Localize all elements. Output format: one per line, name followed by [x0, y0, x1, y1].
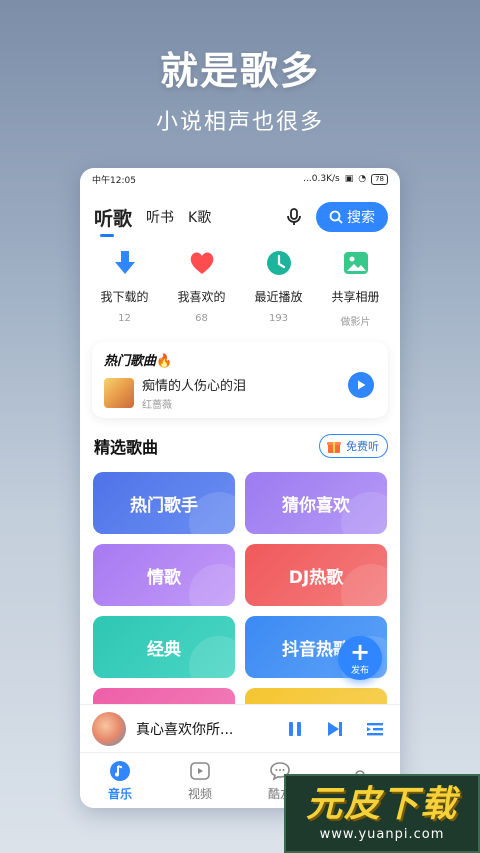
wifi-icon: ◔	[358, 174, 367, 184]
category-card-hot-singers[interactable]: 热门歌手	[93, 472, 235, 534]
network-speed: ...0.3K/s	[303, 174, 340, 184]
section-title: 精选歌曲	[94, 438, 159, 457]
clock-icon	[262, 246, 296, 280]
promo-title: 就是歌多	[159, 49, 320, 93]
quick-count: 68	[195, 313, 208, 324]
top-navigation: 听歌 听书 K歌 搜索	[80, 190, 400, 237]
hot-song-row[interactable]: 痴情的人伤心的泪 红蔷薇	[104, 375, 376, 411]
download-icon	[108, 246, 142, 280]
quick-item-favorites[interactable]: 我喜欢的 68	[166, 246, 238, 328]
tabbar-item-music[interactable]: 音乐	[90, 760, 150, 802]
tab-karaoke[interactable]: K歌	[188, 207, 211, 227]
gift-icon	[327, 442, 341, 453]
battery-icon: 78	[371, 173, 388, 185]
watermark-url: www.yuanpi.com	[319, 827, 445, 842]
quick-item-downloads[interactable]: 我下载的 12	[89, 246, 161, 328]
search-button[interactable]: 搜索	[316, 202, 388, 232]
tabbar-item-video[interactable]: 视频	[170, 760, 230, 802]
category-card-love-songs[interactable]: 情歌	[93, 544, 235, 606]
player-cover	[92, 711, 126, 746]
playlist-icon	[367, 722, 383, 735]
recognize-music-icon[interactable]	[282, 205, 306, 229]
search-icon	[329, 210, 343, 224]
plus-icon: +	[349, 637, 371, 666]
mini-player[interactable]: 真心喜欢你所...	[80, 704, 400, 752]
status-bar: 中午12:05 ...0.3K/s ▣ ◔ 78	[80, 168, 400, 190]
quick-count: 12	[118, 313, 131, 324]
publish-label: 发布	[350, 665, 369, 676]
song-artist: 红蔷薇	[142, 400, 172, 411]
quick-item-shared-album[interactable]: 共享相册 做影片	[320, 246, 392, 328]
promo-subtitle: 小说相声也很多	[155, 110, 324, 135]
video-icon	[189, 760, 211, 782]
quick-label: 共享相册	[331, 290, 380, 304]
watermark-logo: 元皮下载 www.yuanpi.com	[284, 774, 480, 853]
status-time: 中午12:05	[92, 175, 136, 186]
next-button[interactable]	[322, 716, 348, 742]
music-icon	[109, 760, 131, 782]
hot-songs-title: 热门歌曲🔥	[104, 350, 376, 369]
play-icon	[358, 380, 366, 390]
category-card-guess-you-like[interactable]: 猜你喜欢	[245, 472, 387, 534]
phone-screen: 中午12:05 ...0.3K/s ▣ ◔ 78 听歌 听书 K歌 搜索 我下载…	[80, 168, 400, 808]
sim-icon: ▣	[344, 174, 354, 184]
photo-icon	[339, 246, 373, 280]
quick-label: 我喜欢的	[177, 290, 226, 304]
hot-songs-title-text: 热门歌曲	[104, 354, 157, 369]
quick-label: 我下载的	[100, 290, 149, 304]
heart-icon	[185, 246, 219, 280]
quick-item-recent[interactable]: 最近播放 193	[243, 246, 315, 328]
next-icon	[328, 721, 342, 736]
quick-count: 做影片	[340, 317, 371, 328]
tab-listen-books[interactable]: 听书	[146, 207, 174, 227]
featured-header: 精选歌曲 免费听	[80, 418, 400, 458]
pause-icon	[289, 721, 301, 736]
quick-count: 193	[268, 313, 289, 324]
tab-listen-songs[interactable]: 听歌	[94, 204, 132, 237]
song-cover	[104, 378, 134, 408]
quick-access: 我下载的 12 我喜欢的 68 最近播放 193 共享相册 做影片	[80, 236, 400, 328]
search-label: 搜索	[347, 210, 375, 226]
song-info: 痴情的人伤心的泪 红蔷薇	[142, 375, 246, 411]
hot-songs-card[interactable]: 热门歌曲🔥 痴情的人伤心的泪 红蔷薇	[92, 342, 388, 418]
playlist-button[interactable]	[362, 716, 388, 742]
quick-label: 最近播放	[254, 290, 303, 304]
play-button[interactable]	[348, 372, 374, 398]
category-card-classics[interactable]: 经典	[93, 616, 235, 678]
watermark-brand: 元皮下载	[305, 784, 458, 825]
free-listen-button[interactable]: 免费听	[319, 434, 388, 458]
tabbar-label: 视频	[187, 786, 212, 801]
category-card-dj-hits[interactable]: DJ热歌	[245, 544, 387, 606]
tabbar-label: 音乐	[107, 786, 132, 801]
flame-icon: 🔥	[156, 354, 173, 369]
pause-button[interactable]	[282, 716, 308, 742]
song-title: 痴情的人伤心的泪	[142, 379, 247, 394]
publish-button[interactable]: + 发布	[338, 636, 382, 680]
player-song-title: 真心喜欢你所...	[136, 721, 234, 738]
free-listen-label: 免费听	[346, 440, 379, 453]
